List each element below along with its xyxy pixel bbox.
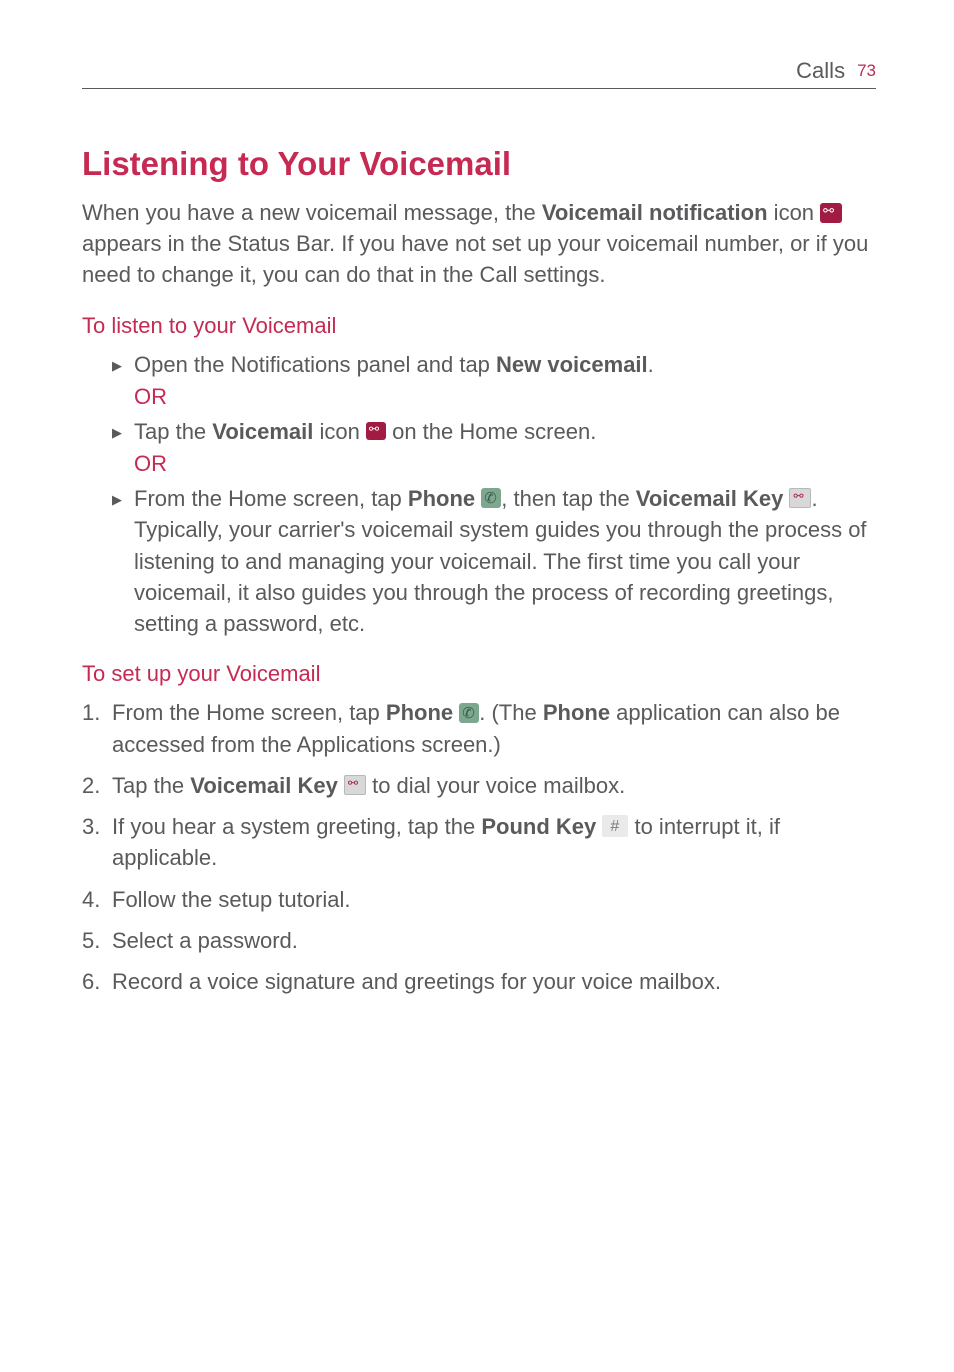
or-separator: OR	[134, 384, 876, 410]
intro-paragraph: When you have a new voicemail message, t…	[82, 197, 876, 291]
text: Tap the	[134, 419, 212, 444]
voicemail-label: Voicemail	[212, 419, 313, 444]
listen-steps: ▶ Open the Notifications panel and tap N…	[82, 349, 876, 640]
intro-text: When you have a new voicemail message, t…	[82, 200, 542, 225]
text: Tap the	[112, 773, 190, 798]
list-item: Tap the Voicemail Key to dial your voice…	[82, 770, 876, 801]
header-page-number: 73	[857, 61, 876, 81]
text: If you hear a system greeting, tap the	[112, 814, 481, 839]
voicemail-key-icon	[344, 775, 366, 795]
phone-icon	[481, 488, 501, 508]
page-title: Listening to Your Voicemail	[82, 145, 876, 183]
voicemail-key-label: Voicemail Key	[636, 486, 784, 511]
listen-heading: To listen to your Voicemail	[82, 313, 876, 339]
phone-icon	[459, 703, 479, 723]
voicemail-key-icon	[789, 488, 811, 508]
text: . (The	[479, 700, 543, 725]
bullet-text: From the Home screen, tap Phone , then t…	[134, 483, 876, 639]
voicemail-home-icon	[366, 422, 386, 440]
pound-key-icon	[602, 815, 628, 837]
text: .	[648, 352, 654, 377]
or-separator: OR	[134, 451, 876, 477]
text: icon	[313, 419, 366, 444]
list-item: Record a voice signature and greetings f…	[82, 966, 876, 997]
list-item: Select a password.	[82, 925, 876, 956]
bullet-icon: ▶	[112, 491, 134, 509]
voicemail-notification-label: Voicemail notification	[542, 200, 768, 225]
text: From the Home screen, tap	[112, 700, 386, 725]
pound-key-label: Pound Key	[481, 814, 596, 839]
text: , then tap the	[501, 486, 636, 511]
setup-steps: From the Home screen, tap Phone . (The P…	[82, 697, 876, 997]
text: From the Home screen, tap	[134, 486, 408, 511]
document-page: Calls 73 Listening to Your Voicemail Whe…	[0, 0, 954, 997]
page-header: Calls 73	[82, 58, 876, 89]
list-item: ▶ Tap the Voicemail icon on the Home scr…	[112, 416, 876, 447]
phone-label: Phone	[543, 700, 610, 725]
intro-text: appears in the Status Bar. If you have n…	[82, 231, 868, 287]
list-item: Follow the setup tutorial.	[82, 884, 876, 915]
voicemail-status-icon	[820, 203, 842, 223]
list-item: If you hear a system greeting, tap the P…	[82, 811, 876, 873]
bullet-text: Open the Notifications panel and tap New…	[134, 349, 876, 380]
text: Open the Notifications panel and tap	[134, 352, 496, 377]
intro-text: icon	[768, 200, 821, 225]
list-item: ▶ Open the Notifications panel and tap N…	[112, 349, 876, 380]
phone-label: Phone	[386, 700, 453, 725]
setup-heading: To set up your Voicemail	[82, 661, 876, 687]
phone-label: Phone	[408, 486, 475, 511]
list-item: ▶ From the Home screen, tap Phone , then…	[112, 483, 876, 639]
bullet-icon: ▶	[112, 357, 134, 375]
new-voicemail-label: New voicemail	[496, 352, 648, 377]
bullet-icon: ▶	[112, 424, 134, 442]
text: to dial your voice mailbox.	[366, 773, 625, 798]
bullet-text: Tap the Voicemail icon on the Home scree…	[134, 416, 876, 447]
list-item: From the Home screen, tap Phone . (The P…	[82, 697, 876, 759]
voicemail-key-label: Voicemail Key	[190, 773, 338, 798]
header-section-label: Calls	[796, 58, 845, 84]
text: on the Home screen.	[386, 419, 596, 444]
